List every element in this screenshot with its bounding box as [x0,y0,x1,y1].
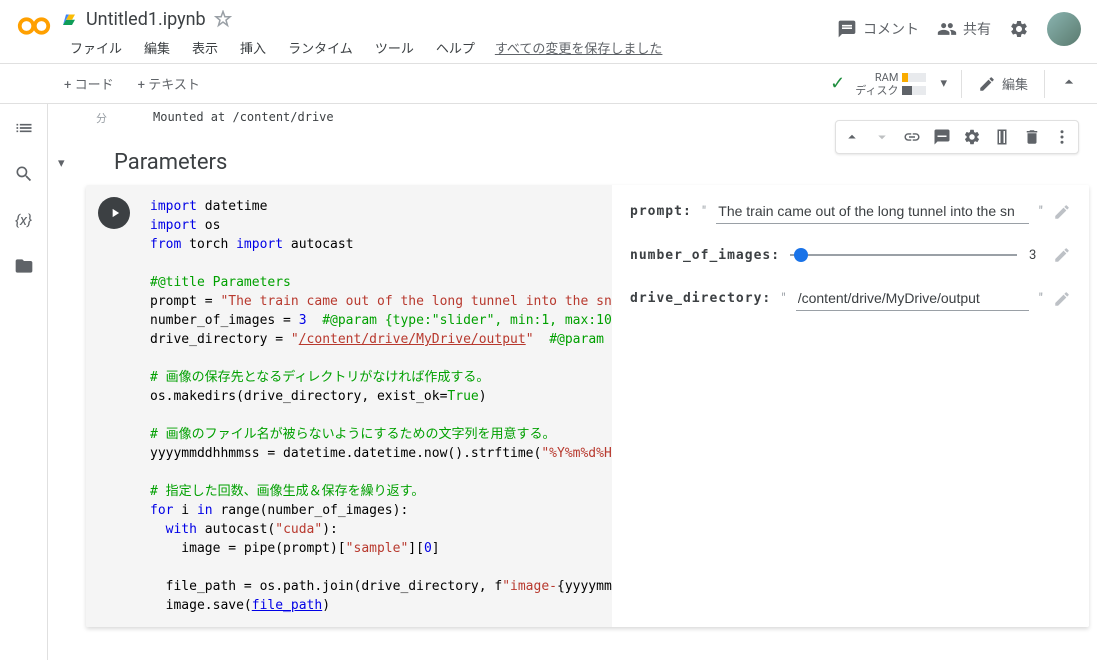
disk-label: ディスク [855,84,898,97]
notebook-toolbar: + コード + テキスト ✓ RAM ディスク ▾ 編集 [0,64,1097,104]
edit-label: 編集 [1002,74,1028,93]
menu-tools[interactable]: ツール [365,34,424,61]
mirror-cell-icon[interactable] [988,123,1016,151]
menu-runtime[interactable]: ランタイム [278,34,363,61]
divider [961,70,962,98]
toggle-edit-button[interactable]: 編集 [972,74,1034,93]
edit-param-icon[interactable] [1053,246,1071,264]
edit-param-icon[interactable] [1053,290,1071,308]
header-right: コメント 共有 [837,6,1081,46]
cell-toolbar [835,120,1079,154]
cell-settings-icon[interactable] [958,123,986,151]
menu-insert[interactable]: 挿入 [230,34,276,61]
share-label: 共有 [963,19,991,39]
form-panel: prompt: " " number_of_images: 3 [612,185,1089,627]
quote-icon: " [702,204,706,220]
left-sidebar: {x} [0,104,48,660]
save-status[interactable]: すべての変更を保存しました [487,34,671,61]
divider [1044,70,1045,98]
more-icon[interactable] [1048,123,1076,151]
comment-button[interactable]: コメント [837,19,919,39]
menu-help[interactable]: ヘルプ [426,34,485,61]
resource-indicator[interactable]: RAM ディスク [855,71,926,97]
status-check-icon: ✓ [830,73,845,94]
run-button[interactable] [98,197,130,229]
add-text-button[interactable]: + テキスト [128,70,210,97]
drive-icon [60,10,78,28]
notebook-main: 分 Mounted at /content/drive ▾ Parameters [48,104,1097,660]
edit-param-icon[interactable] [1053,203,1071,221]
ram-gauge [902,73,926,82]
move-down-icon[interactable] [868,123,896,151]
collapse-header-button[interactable] [1055,68,1083,100]
resource-menu-caret[interactable]: ▾ [936,76,951,91]
menu-view[interactable]: 表示 [182,34,228,61]
quote-icon: " [1039,204,1043,220]
menu-bar: ファイル 編集 表示 挿入 ランタイム ツール ヘルプ すべての変更を保存しまし… [60,34,837,61]
prompt-input[interactable] [716,199,1028,224]
dir-label: drive_directory: [630,291,771,306]
title-area: Untitled1.ipynb ファイル 編集 表示 挿入 ランタイム ツール … [60,6,837,61]
star-icon[interactable] [214,10,232,28]
num-images-value: 3 [1029,248,1043,263]
link-icon[interactable] [898,123,926,151]
prompt-label: prompt: [630,204,692,219]
cell: ▾ Parameters import datetime import os [86,150,1089,627]
search-icon[interactable] [12,162,36,186]
exec-time: 分 [96,110,107,126]
comment-cell-icon[interactable] [928,123,956,151]
num-images-label: number_of_images: [630,248,780,263]
ram-label: RAM [875,71,899,84]
files-icon[interactable] [12,254,36,278]
colab-logo [16,8,52,44]
delete-cell-icon[interactable] [1018,123,1046,151]
quote-icon: " [1039,291,1043,307]
num-images-slider[interactable] [790,254,1017,256]
doc-title[interactable]: Untitled1.ipynb [86,9,206,30]
gutter [86,185,142,627]
add-code-button[interactable]: + コード [54,70,124,97]
menu-file[interactable]: ファイル [60,34,132,61]
share-button[interactable]: 共有 [937,19,991,39]
disk-gauge [902,86,926,95]
settings-button[interactable] [1009,19,1029,39]
toc-icon[interactable] [12,116,36,140]
code-editor[interactable]: import datetime import os from torch imp… [142,185,612,627]
variables-icon[interactable]: {x} [12,208,36,232]
dir-input[interactable] [796,286,1029,311]
menu-edit[interactable]: 編集 [134,34,180,61]
collapse-section-icon[interactable]: ▾ [58,156,65,171]
app-header: Untitled1.ipynb ファイル 編集 表示 挿入 ランタイム ツール … [0,0,1097,64]
comment-label: コメント [863,19,919,39]
quote-icon: " [781,291,785,307]
move-up-icon[interactable] [838,123,866,151]
user-avatar[interactable] [1047,12,1081,46]
